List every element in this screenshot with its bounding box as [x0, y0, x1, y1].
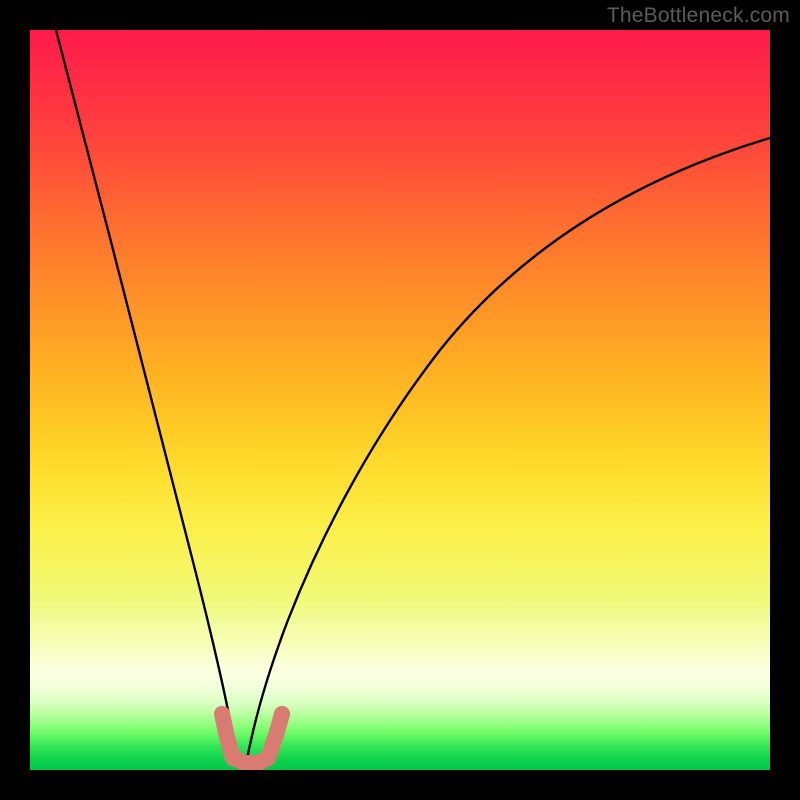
- watermark-text: TheBottleneck.com: [607, 4, 790, 28]
- curve-layer: [30, 30, 770, 770]
- chart-canvas: TheBottleneck.com: [0, 0, 800, 800]
- bottleneck-curve-right: [245, 138, 770, 770]
- plot-area: [30, 30, 770, 770]
- bottleneck-curve-left: [56, 30, 240, 768]
